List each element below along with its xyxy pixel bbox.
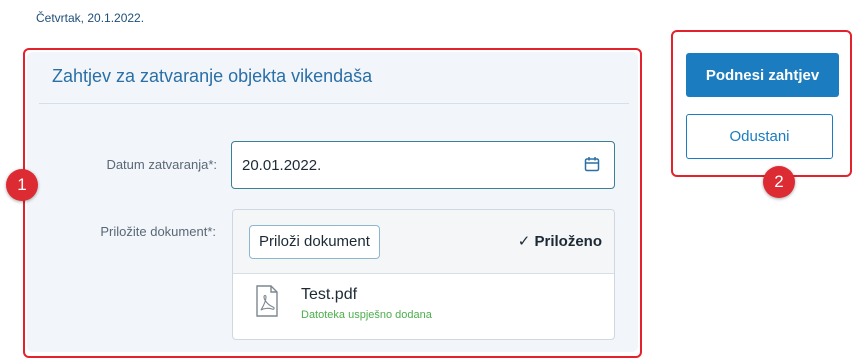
highlight-box-actions <box>671 30 852 177</box>
highlight-box-form <box>23 48 642 358</box>
current-date: Četvrtak, 20.1.2022. <box>36 11 145 25</box>
annotation-marker-1: 1 <box>6 169 38 201</box>
annotation-marker-2: 2 <box>763 166 795 198</box>
